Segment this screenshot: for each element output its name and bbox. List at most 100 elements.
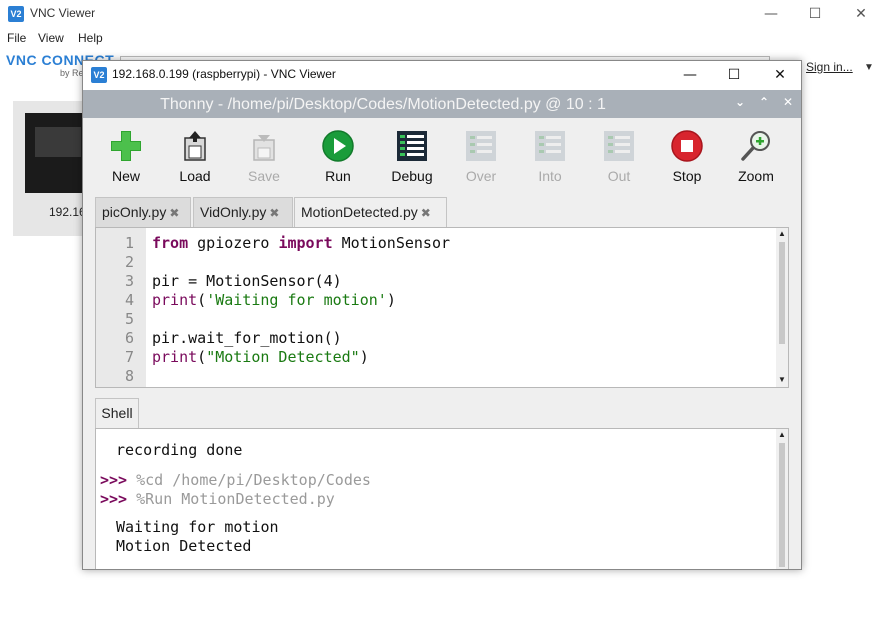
minimize-icon[interactable]: — [667,61,713,90]
code-line-4: print('Waiting for motion') [152,291,396,309]
keyword: from [152,234,189,252]
scroll-down-icon[interactable]: ▼ [777,375,787,384]
thonny-titlebar: Thonny - /home/pi/Desktop/Codes/MotionDe… [83,90,801,118]
line-number: 1 [124,234,134,252]
scrollbar-thumb[interactable] [779,242,785,344]
maximize-icon[interactable]: ☐ [711,61,757,90]
line-number-gutter: 1 2 3 4 5 6 7 8 [96,228,146,387]
code-line-3: pir = MotionSensor(4) [152,272,342,290]
paren: ) [386,291,396,309]
shell-command: %cd /home/pi/Desktop/Codes [136,471,371,489]
tab-label: picOnly.py [102,204,167,220]
line-number: 8 [124,367,134,385]
thonny-toolbar: New Load Save Run Debug Over Into Out St… [83,118,801,196]
debug-icon [397,131,427,161]
new-button[interactable]: New [94,126,158,192]
vnc-app-icon: V2 [91,67,107,83]
step-over-label: Over [465,168,497,184]
inner-window-title: 192.168.0.199 (raspberrypi) - VNC Viewer [112,67,336,81]
outer-titlebar: V2 VNC Viewer — ☐ ✕ [0,0,880,28]
line-number: 5 [124,310,134,328]
shell-command-line: >>> %Run MotionDetected.py [100,490,335,508]
step-over-button[interactable]: Over [449,126,513,192]
load-icon [184,131,206,161]
tab-motiondetected[interactable]: MotionDetected.py ✖ [294,197,447,228]
string-literal: 'Waiting for motion' [206,291,387,309]
save-label: Save [248,168,280,184]
class-name: MotionSensor [332,234,451,252]
run-label: Run [325,168,351,184]
builtin: print [152,348,198,366]
chevron-down-icon[interactable]: ▼ [864,62,874,73]
menu-help[interactable]: Help [78,31,103,45]
step-into-label: Into [538,168,562,184]
scroll-up-icon[interactable]: ▲ [777,229,787,238]
tab-close-icon[interactable]: ✖ [269,206,279,220]
tab-close-icon[interactable]: ✖ [421,206,431,220]
close-icon[interactable]: ✕ [838,0,880,28]
new-label: New [111,168,140,184]
step-out-icon [604,131,634,161]
paren: ( [197,348,207,366]
close-icon[interactable]: ✕ [757,61,801,90]
paren: ( [197,291,207,309]
run-button[interactable]: Run [306,126,370,192]
tab-vidonly[interactable]: VidOnly.py ✖ [193,197,293,227]
step-into-icon [535,131,565,161]
minimize-icon[interactable]: — [748,0,794,28]
scroll-up-icon[interactable]: ▲ [777,430,787,439]
close-icon[interactable]: ✕ [783,95,793,109]
step-out-button[interactable]: Out [587,126,651,192]
line-number: 6 [124,329,134,347]
keyword: import [278,234,333,252]
thonny-title: Thonny - /home/pi/Desktop/Codes/MotionDe… [160,96,606,113]
step-into-button[interactable]: Into [518,126,582,192]
step-over-icon [466,131,496,161]
connection-label: 192.16 [49,205,86,219]
line-number: 3 [124,272,134,290]
sign-in-link[interactable]: Sign in... [806,60,853,74]
save-icon [253,135,275,161]
step-out-label: Out [607,168,631,184]
shell-prompt: >>> [100,490,128,508]
shell-output: Motion Detected [116,537,252,555]
shell-scrollbar[interactable]: ▲ [776,429,788,569]
new-file-icon [111,131,141,161]
menu-view[interactable]: View [38,31,64,45]
chevron-down-icon[interactable]: ⌄ [735,95,745,109]
shell-output: recording done [116,441,243,459]
load-label: Load [179,168,211,184]
stop-button[interactable]: Stop [655,126,719,192]
load-button[interactable]: Load [163,126,227,192]
save-button[interactable]: Save [232,126,296,192]
tab-piconly[interactable]: picOnly.py ✖ [95,197,191,227]
vnc-session-window: V2 192.168.0.199 (raspberrypi) - VNC Vie… [82,60,802,570]
vnc-connect-sub: by Re [60,68,84,78]
code-line-7: print("Motion Detected") [152,348,369,366]
tab-shell[interactable]: Shell [95,398,139,429]
vnc-app-icon: V2 [8,6,24,22]
debug-button[interactable]: Debug [380,126,444,192]
builtin: print [152,291,198,309]
shell-panel[interactable]: recording done >>> %cd /home/pi/Desktop/… [95,428,789,569]
shell-output: Waiting for motion [116,518,279,536]
shell-prompt: >>> [100,471,128,489]
zoom-button[interactable]: Zoom [724,126,788,192]
code-editor[interactable]: 1 2 3 4 5 6 7 8 from gpiozero import Mot… [95,227,789,388]
code-line-6: pir.wait_for_motion() [152,329,342,347]
chevron-up-icon[interactable]: ⌃ [759,95,769,109]
tab-label: VidOnly.py [200,204,267,220]
desktop: V2 VNC Viewer — ☐ ✕ File View Help VNC C… [0,0,880,628]
scrollbar-thumb[interactable] [779,443,785,567]
tab-close-icon[interactable]: ✖ [169,206,179,220]
shell-command-line: >>> %cd /home/pi/Desktop/Codes [100,471,371,489]
code-line-1: from gpiozero import MotionSensor [152,234,450,252]
shell-command: %Run MotionDetected.py [136,490,335,508]
menu-file[interactable]: File [7,31,26,45]
editor-tabs: picOnly.py ✖ VidOnly.py ✖ MotionDetected.p… [95,197,795,228]
line-number: 4 [124,291,134,309]
tab-label: MotionDetected.py [301,204,418,220]
stop-label: Stop [672,168,702,184]
maximize-icon[interactable]: ☐ [792,0,838,28]
editor-scrollbar[interactable]: ▲ ▼ [776,228,788,387]
